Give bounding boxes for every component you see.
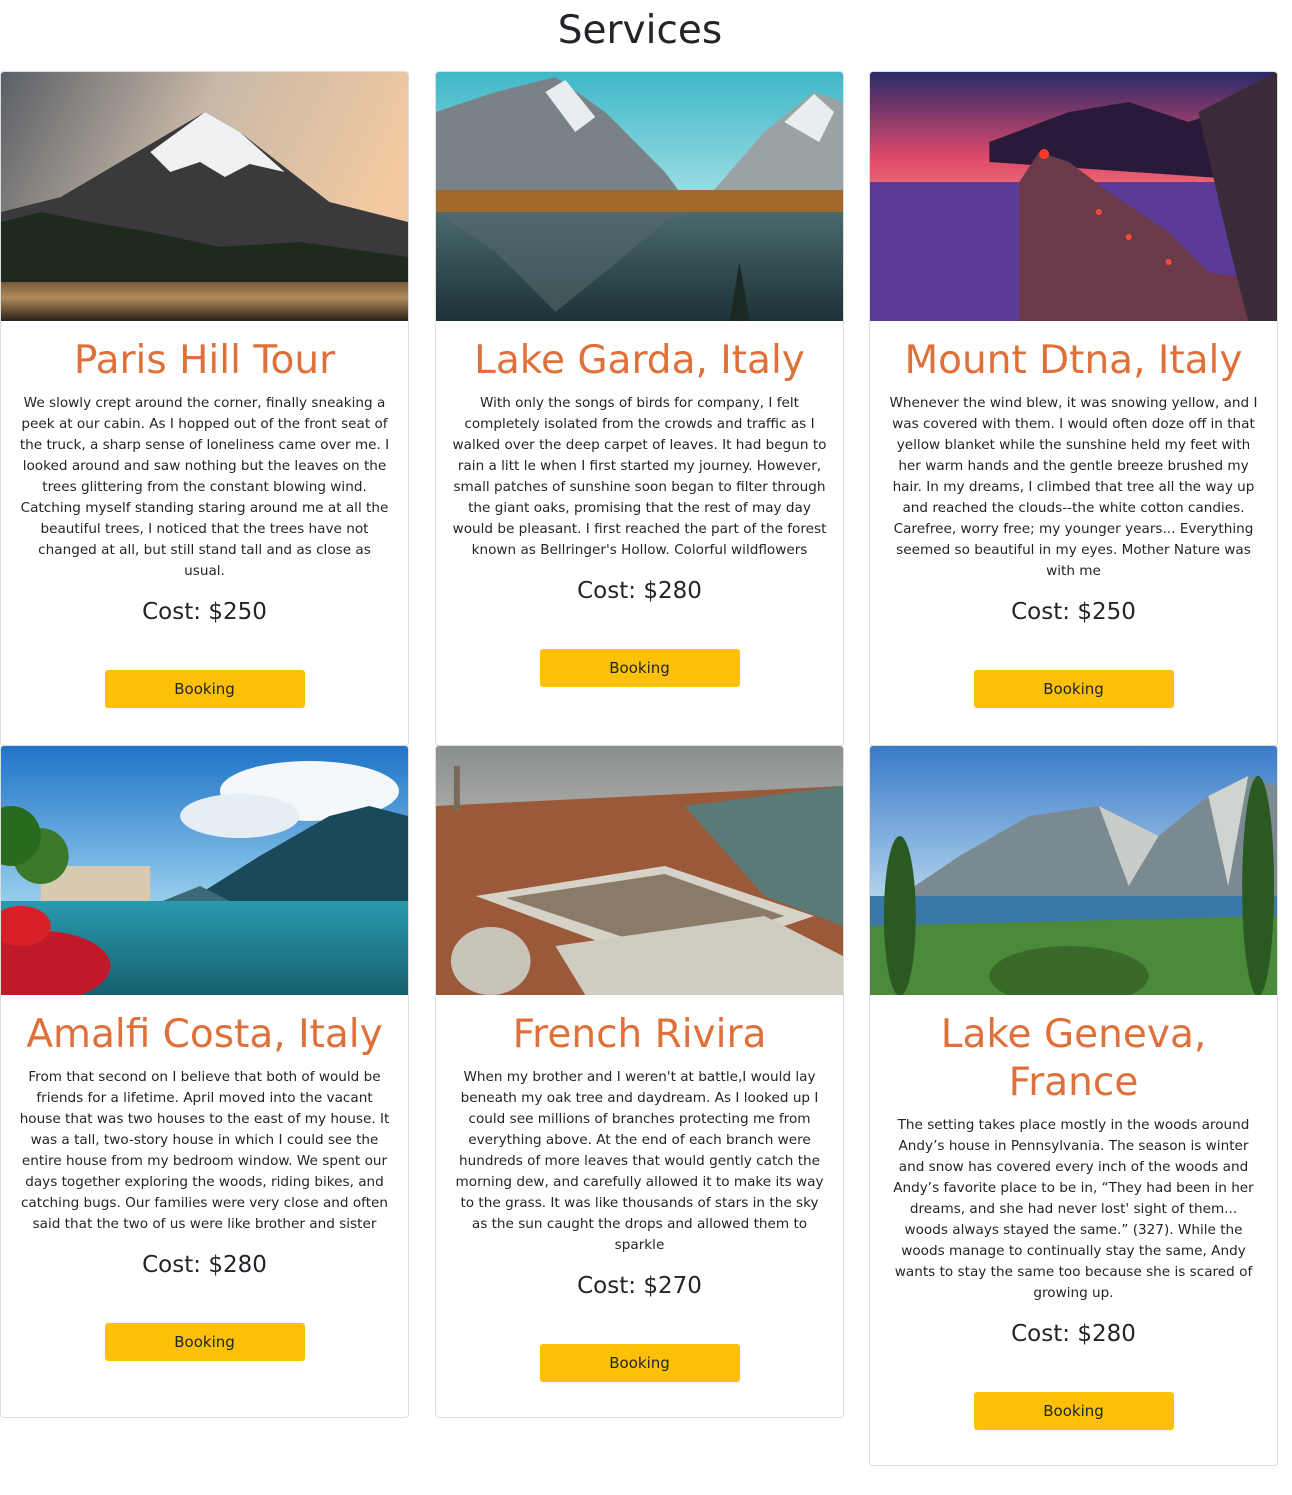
card-cost: Cost: $280 (1011, 1321, 1136, 1347)
page-title: Services (557, 8, 723, 53)
card-description: We slowly crept around the corner, final… (19, 395, 390, 579)
card-description: When my brother and I weren't at battle,… (455, 1069, 824, 1253)
booking-button[interactable]: Booking (973, 670, 1174, 708)
service-card-french-rivira: French Rivira When my brother and I were… (435, 745, 844, 1418)
snow-mountain-lake-photo (1, 72, 408, 321)
booking-button[interactable]: Booking (973, 1392, 1174, 1430)
service-card-lake-geneva: Lake Geneva, France The setting takes pl… (869, 745, 1278, 1466)
card-description: Whenever the wind blew, it was snowing y… (889, 395, 1258, 579)
service-card-paris-hill-tour: Paris Hill Tour We slowly crept around t… (0, 71, 409, 746)
card-cost: Cost: $280 (142, 1252, 267, 1278)
card-title: Lake Geneva, France (940, 1012, 1207, 1105)
booking-button[interactable]: Booking (539, 1344, 740, 1382)
booking-button[interactable]: Booking (104, 1323, 305, 1361)
lakeside-town-flowers-photo (1, 746, 408, 995)
card-image (436, 746, 843, 995)
venice-rooftops-aerial-photo (436, 746, 843, 995)
card-image (1, 72, 408, 321)
booking-button[interactable]: Booking (539, 649, 740, 687)
card-image (870, 72, 1277, 321)
card-title: Amalfi Costa, Italy (26, 1012, 383, 1057)
booking-button[interactable]: Booking (104, 670, 305, 708)
card-description: The setting takes place mostly in the wo… (893, 1117, 1254, 1301)
card-title: Mount Dtna, Italy (904, 338, 1243, 383)
alpine-lake-reflection-photo (436, 72, 843, 321)
card-image (436, 72, 843, 321)
card-cost: Cost: $250 (1011, 599, 1136, 625)
card-image (870, 746, 1277, 995)
service-card-amalfi-costa: Amalfi Costa, Italy From that second on … (0, 745, 409, 1418)
service-card-mount-dtna: Mount Dtna, Italy Whenever the wind blew… (869, 71, 1278, 746)
card-title: Paris Hill Tour (73, 338, 336, 383)
card-cost: Cost: $270 (577, 1273, 702, 1299)
service-card-lake-garda: Lake Garda, Italy With only the songs of… (435, 71, 844, 746)
card-title: French Rivira (512, 1012, 767, 1057)
card-image (1, 746, 408, 995)
lake-mountains-cypress-photo (870, 746, 1277, 995)
card-description: With only the songs of birds for company… (452, 395, 827, 558)
card-description: From that second on I believe that both … (19, 1069, 390, 1232)
card-cost: Cost: $250 (142, 599, 267, 625)
card-cost: Cost: $280 (577, 578, 702, 604)
card-title: Lake Garda, Italy (474, 338, 805, 383)
coastal-village-sunset-photo (870, 72, 1277, 321)
